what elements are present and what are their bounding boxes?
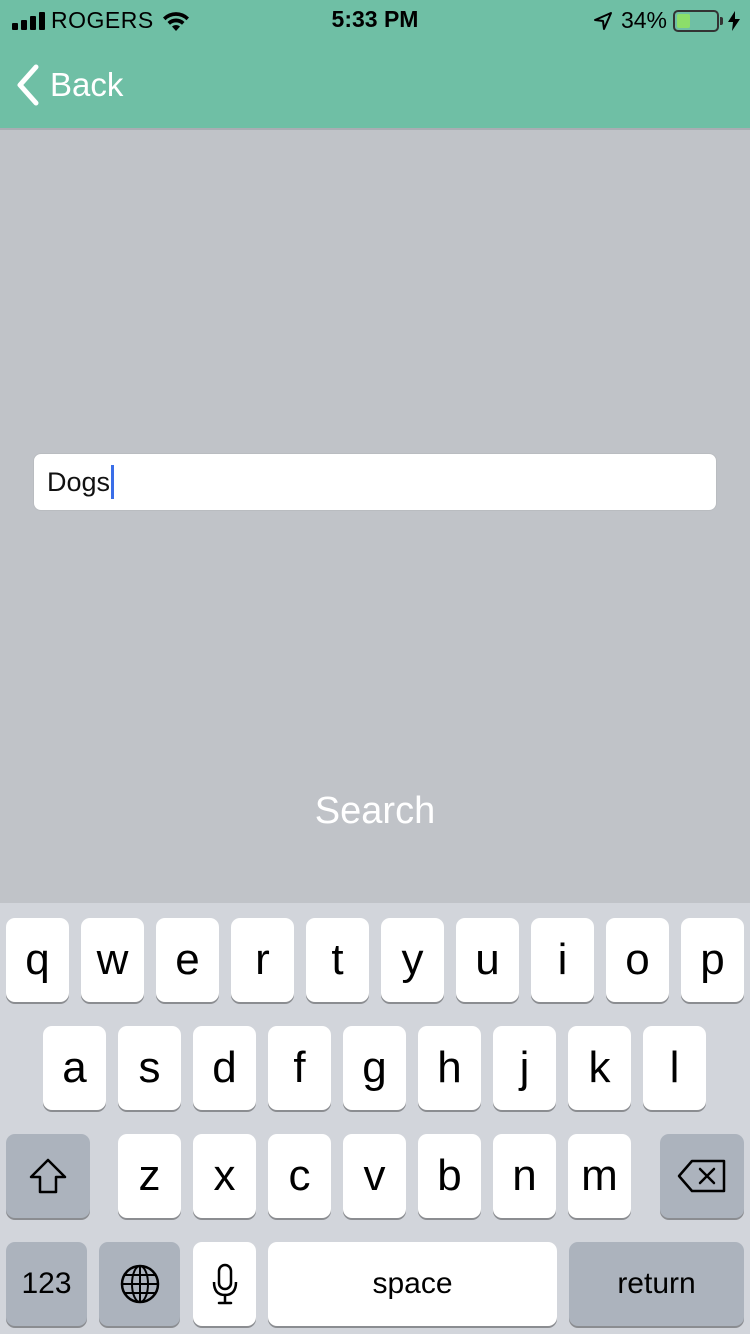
key-j[interactable]: j bbox=[493, 1026, 556, 1110]
backspace-icon bbox=[677, 1159, 726, 1193]
search-input[interactable]: Dogs bbox=[33, 453, 717, 511]
key-x[interactable]: x bbox=[193, 1134, 256, 1218]
globe-key[interactable] bbox=[99, 1242, 180, 1326]
key-y[interactable]: y bbox=[381, 918, 444, 1002]
keyboard: 123 space return qwertyuiop asdfghjkl zxcv… bbox=[0, 903, 750, 1334]
charging-bolt-icon bbox=[728, 10, 740, 31]
key-v[interactable]: v bbox=[343, 1134, 406, 1218]
key-p[interactable]: p bbox=[681, 918, 744, 1002]
microphone-icon bbox=[212, 1263, 237, 1305]
space-key[interactable]: space bbox=[268, 1242, 557, 1326]
delete-key[interactable] bbox=[660, 1134, 744, 1218]
key-z[interactable]: z bbox=[118, 1134, 181, 1218]
key-o[interactable]: o bbox=[606, 918, 669, 1002]
key-n[interactable]: n bbox=[493, 1134, 556, 1218]
search-input-value: Dogs bbox=[47, 466, 111, 497]
globe-icon bbox=[120, 1264, 159, 1304]
key-f[interactable]: f bbox=[268, 1026, 331, 1110]
key-s[interactable]: s bbox=[118, 1026, 181, 1110]
key-k[interactable]: k bbox=[568, 1026, 631, 1110]
key-h[interactable]: h bbox=[418, 1026, 481, 1110]
key-i[interactable]: i bbox=[531, 918, 594, 1002]
numbers-key[interactable]: 123 bbox=[6, 1242, 87, 1326]
back-button[interactable]: Back bbox=[16, 62, 123, 108]
header-divider bbox=[0, 128, 750, 130]
key-l[interactable]: l bbox=[643, 1026, 706, 1110]
key-g[interactable]: g bbox=[343, 1026, 406, 1110]
key-b[interactable]: b bbox=[418, 1134, 481, 1218]
location-arrow-icon bbox=[593, 11, 612, 30]
key-a[interactable]: a bbox=[43, 1026, 106, 1110]
text-caret bbox=[111, 465, 115, 499]
key-e[interactable]: e bbox=[156, 918, 219, 1002]
key-m[interactable]: m bbox=[568, 1134, 631, 1218]
key-w[interactable]: w bbox=[81, 918, 144, 1002]
key-u[interactable]: u bbox=[456, 918, 519, 1002]
key-q[interactable]: q bbox=[6, 918, 69, 1002]
shift-arrow-icon bbox=[29, 1158, 67, 1194]
key-t[interactable]: t bbox=[306, 918, 369, 1002]
battery-level-fill bbox=[677, 13, 690, 28]
microphone-key[interactable] bbox=[193, 1242, 256, 1326]
search-button[interactable]: Search bbox=[0, 790, 750, 833]
battery-icon bbox=[673, 9, 719, 32]
key-c[interactable]: c bbox=[268, 1134, 331, 1218]
key-d[interactable]: d bbox=[193, 1026, 256, 1110]
key-r[interactable]: r bbox=[231, 918, 294, 1002]
status-bar: ROGERS 5:33 PM 34% bbox=[0, 0, 750, 40]
status-right: 34% bbox=[593, 7, 740, 34]
chevron-left-icon bbox=[17, 64, 39, 106]
return-key[interactable]: return bbox=[569, 1242, 744, 1326]
battery-nub bbox=[720, 16, 723, 25]
back-label: Back bbox=[50, 66, 124, 103]
shift-key[interactable] bbox=[6, 1134, 90, 1218]
battery-percent: 34% bbox=[620, 7, 667, 33]
